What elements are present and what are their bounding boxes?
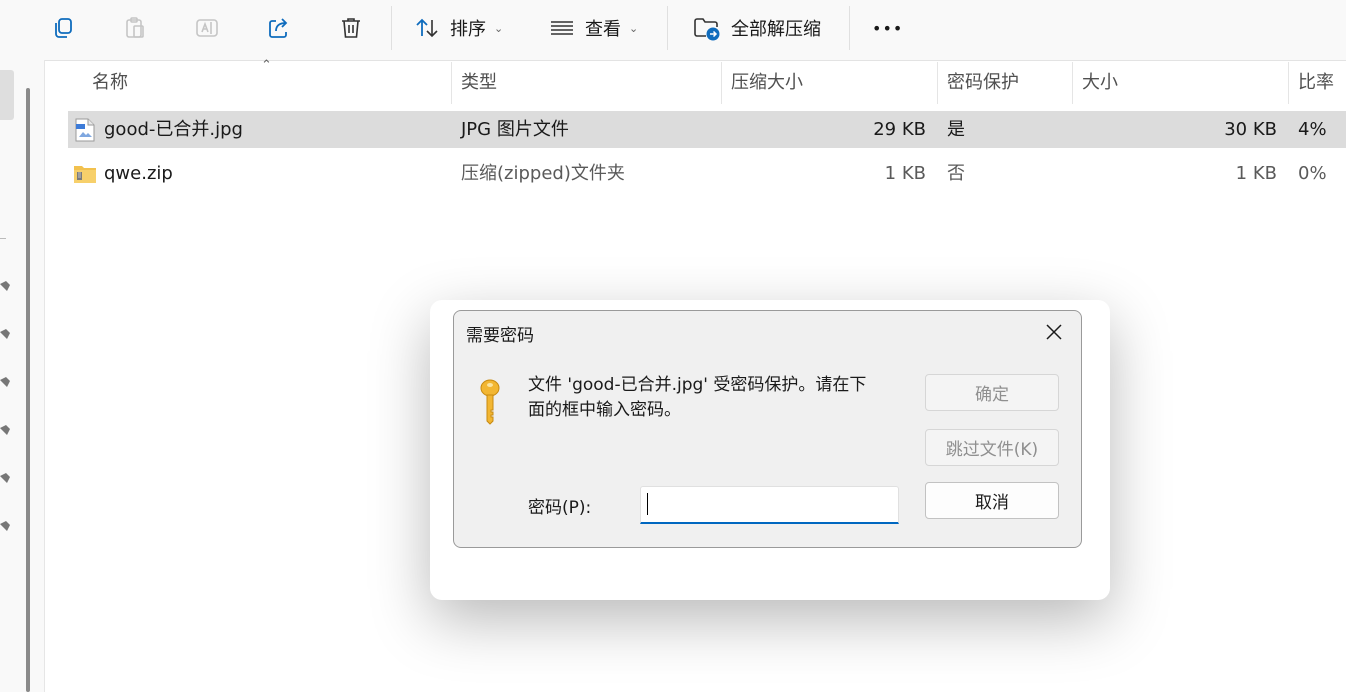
dialog-message-line1: 文件 'good-已合并.jpg' 受密码保护。请在下	[528, 375, 867, 395]
jpg-file-icon	[75, 118, 95, 142]
column-divider[interactable]	[1072, 62, 1073, 104]
sort-button[interactable]: 排序 ⌄	[414, 0, 503, 56]
trash-icon	[342, 18, 360, 38]
file-type: 压缩(zipped)文件夹	[461, 163, 625, 184]
close-icon	[1046, 324, 1062, 340]
column-header-ratio[interactable]: 比率	[1298, 62, 1334, 104]
partial-button[interactable]	[0, 0, 8, 56]
column-header-compressed-size[interactable]: 压缩大小	[731, 62, 803, 104]
password-protected: 否	[947, 163, 965, 184]
close-button[interactable]	[1036, 317, 1072, 347]
zip-folder-icon	[74, 166, 96, 183]
column-header-password[interactable]: 密码保护	[947, 62, 1019, 104]
paste-button[interactable]	[118, 0, 152, 56]
key-icon	[480, 379, 500, 425]
pin-icon[interactable]	[0, 376, 12, 390]
chevron-down-icon: ⌄	[494, 21, 504, 35]
file-type: JPG 图片文件	[461, 119, 569, 140]
sort-ascending-icon: ⌃	[261, 58, 272, 73]
password-protected: 是	[947, 119, 965, 140]
share-icon	[269, 18, 288, 38]
view-button[interactable]: 查看 ⌄	[549, 0, 638, 56]
column-divider[interactable]	[451, 62, 452, 104]
cancel-button[interactable]: 取消	[925, 482, 1059, 519]
compression-ratio: 4%	[1298, 119, 1327, 140]
toolbar-separator	[667, 6, 668, 50]
password-label: 密码(P):	[528, 498, 592, 518]
column-divider[interactable]	[721, 62, 722, 104]
share-button[interactable]	[262, 0, 296, 56]
pin-icon[interactable]	[0, 424, 12, 438]
password-input[interactable]	[640, 486, 899, 524]
nav-scrollbar[interactable]	[26, 88, 30, 692]
file-name: qwe.zip	[104, 163, 173, 184]
extract-folder-icon	[694, 18, 720, 41]
table-row[interactable]: good-已合并.jpg JPG 图片文件 29 KB 是 30 KB 4%	[68, 111, 1346, 148]
password-dialog: 需要密码 文件 'good-已合并.jpg' 受密码保护。请在下 面的框中输入密…	[453, 310, 1082, 548]
toolbar-separator	[849, 6, 850, 50]
pin-icon[interactable]	[0, 520, 12, 534]
column-header-type[interactable]: 类型	[461, 62, 497, 104]
compressed-size: 29 KB	[873, 119, 926, 140]
extract-all-button[interactable]: 全部解压缩	[693, 0, 821, 56]
skip-file-button[interactable]: 跳过文件(K)	[925, 429, 1059, 466]
rename-icon	[196, 19, 218, 37]
rename-button[interactable]	[190, 0, 224, 56]
copy-icon	[55, 18, 72, 38]
extract-all-label: 全部解压缩	[731, 19, 821, 40]
compression-ratio: 0%	[1298, 163, 1327, 184]
toolbar-separator	[391, 6, 392, 50]
nav-divider	[0, 238, 6, 239]
nav-selected-item[interactable]	[0, 70, 14, 120]
sort-icon	[416, 18, 438, 38]
chevron-down-icon: ⌄	[629, 21, 639, 35]
pin-icon[interactable]	[0, 472, 12, 486]
column-header-size[interactable]: 大小	[1082, 62, 1118, 104]
text-caret	[647, 493, 648, 515]
column-divider[interactable]	[937, 62, 938, 104]
more-icon: •••	[872, 18, 904, 38]
table-row[interactable]: qwe.zip 压缩(zipped)文件夹 1 KB 否 1 KB 0%	[68, 155, 1346, 192]
file-size: 1 KB	[1235, 163, 1277, 184]
command-bar: 排序 ⌄ 查看 ⌄ 全部解压缩 •••	[0, 0, 1346, 61]
file-name: good-已合并.jpg	[104, 119, 243, 140]
column-divider[interactable]	[1288, 62, 1289, 104]
dialog-message-line2: 面的框中输入密码。	[528, 400, 681, 420]
ok-button[interactable]: 确定	[925, 374, 1059, 411]
delete-button[interactable]	[334, 0, 368, 56]
pin-icon[interactable]	[0, 328, 12, 342]
sort-label: 排序	[450, 19, 486, 40]
file-size: 30 KB	[1224, 119, 1277, 140]
column-header-name[interactable]: 名称	[92, 62, 128, 104]
more-options-button[interactable]: •••	[872, 0, 903, 56]
pin-icon[interactable]	[0, 280, 12, 294]
paste-icon	[126, 17, 144, 38]
copy-button[interactable]	[46, 0, 80, 56]
view-icon	[551, 21, 573, 35]
dialog-title: 需要密码	[466, 326, 534, 346]
view-label: 查看	[585, 19, 621, 40]
compressed-size: 1 KB	[884, 163, 926, 184]
dialog-message: 文件 'good-已合并.jpg' 受密码保护。请在下 面的框中输入密码。	[528, 373, 898, 423]
